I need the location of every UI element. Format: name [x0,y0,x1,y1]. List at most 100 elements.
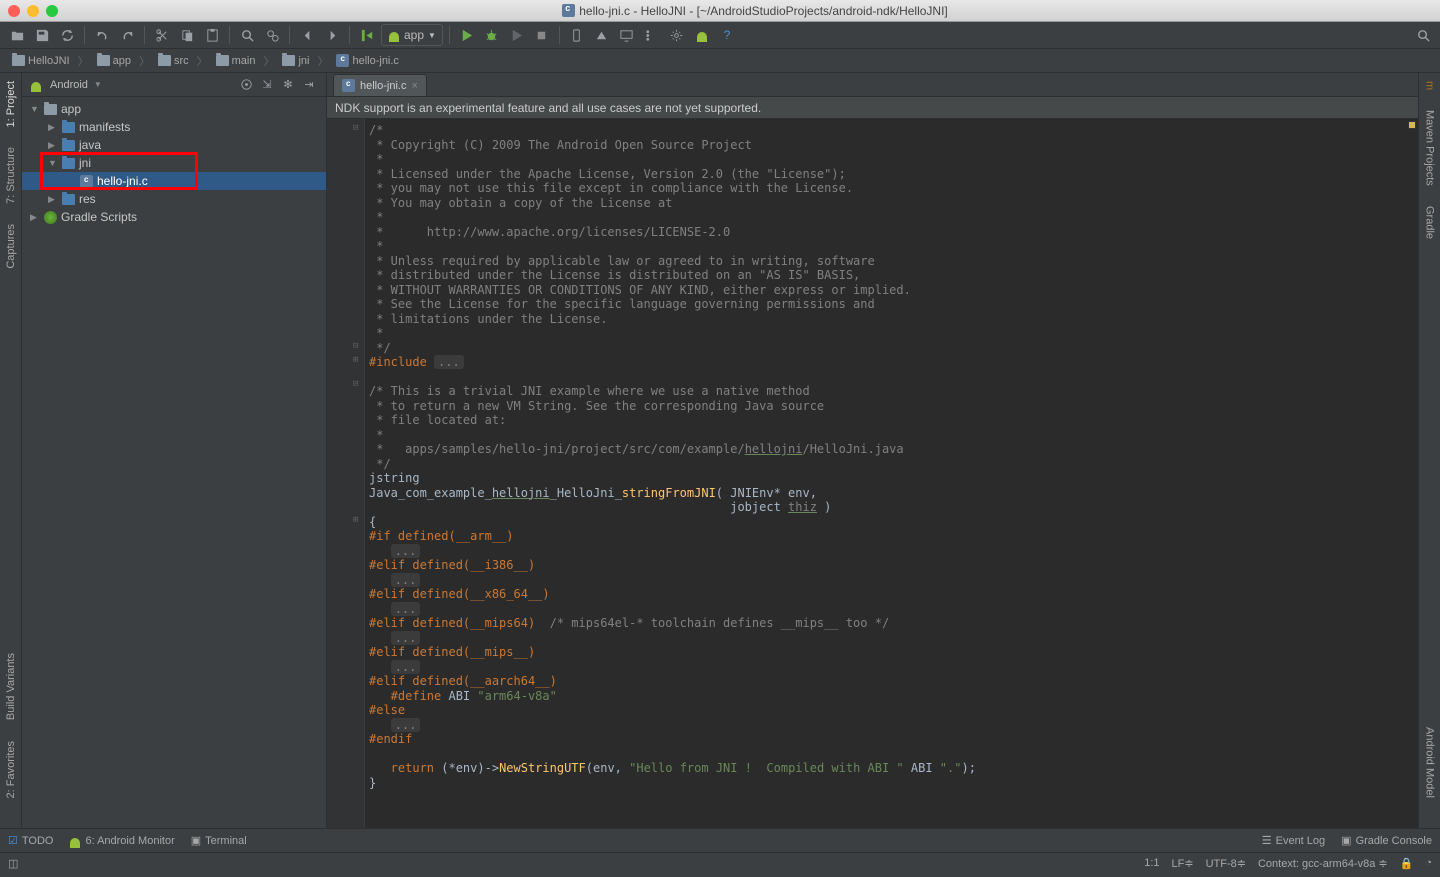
status-corner-icon[interactable]: ◫ [8,857,18,870]
run-icon[interactable] [456,24,478,46]
close-window-icon[interactable] [8,5,20,17]
nav-forward-icon[interactable] [321,24,343,46]
make-icon[interactable] [356,24,378,46]
chevron-down-icon: ▼ [428,31,436,40]
minimize-window-icon[interactable] [27,5,39,17]
rail-android-model[interactable]: Android Model [1424,727,1436,798]
bottom-gradle-console[interactable]: ▣Gradle Console [1341,834,1432,847]
tree-item-app[interactable]: ▼app [22,100,326,118]
panel-settings-icon[interactable]: ✻ [279,76,297,94]
rail-build-variants[interactable]: Build Variants [5,653,17,720]
rail-captures[interactable]: Captures [5,224,17,269]
breadcrumb-item[interactable]: main [212,53,260,69]
structure-tb-icon[interactable] [641,24,663,46]
code-content[interactable]: /* * Copyright (C) 2009 The Android Open… [365,119,1418,828]
project-panel: Android ▼ ⇲ ✻ ⇥ ▼app ▶manifests ▶java ▼j… [22,73,327,828]
bottom-terminal[interactable]: ▣Terminal [191,834,247,847]
tree-item-gradle-scripts[interactable]: ▶Gradle Scripts [22,208,326,226]
tab-label: hello-jni.c [360,80,406,92]
undo-icon[interactable] [91,24,113,46]
breadcrumb-item[interactable]: jni [278,53,313,69]
rail-structure[interactable]: 7: Structure [5,147,17,204]
lock-icon[interactable]: 🔒 [1400,857,1414,870]
window-title-text: hello-jni.c - HelloJNI - [~/AndroidStudi… [579,4,948,18]
tree-item-jni[interactable]: ▼jni [22,154,326,172]
gradle-icon [44,211,57,224]
breadcrumb-item[interactable]: hello-jni.c [332,52,402,69]
tree-item-res[interactable]: ▶res [22,190,326,208]
android-icon [30,79,42,91]
status-position[interactable]: 1:1 [1144,857,1159,870]
tree-item-hello-jni-c[interactable]: hello-jni.c [22,172,326,190]
rail-project[interactable]: 1: Project [5,81,17,127]
status-extra-icon[interactable]: ◔ [1425,857,1432,870]
attach-icon[interactable] [506,24,528,46]
project-view-selector[interactable]: Android [50,79,88,91]
breadcrumb: HelloJNI〉 app〉 src〉 main〉 jni〉 hello-jni… [0,49,1440,73]
editor-marker-bar[interactable] [1408,119,1418,828]
folder-icon [62,194,75,205]
c-file-icon [336,54,349,67]
c-file-icon [80,175,93,188]
editor-area: hello-jni.c × NDK support is an experime… [327,73,1418,828]
editor-tab-hello-jni[interactable]: hello-jni.c × [333,74,427,96]
folder-icon [12,55,25,66]
cut-icon[interactable] [151,24,173,46]
status-encoding[interactable]: UTF-8≑ [1206,857,1246,870]
debug-icon[interactable] [481,24,503,46]
bottom-todo[interactable]: ☑TODO [8,834,53,847]
window-controls [8,5,58,17]
banner-text: NDK support is an experimental feature a… [335,101,761,115]
avd-icon[interactable] [566,24,588,46]
replace-icon[interactable] [261,24,283,46]
sdk-icon[interactable] [591,24,613,46]
find-icon[interactable] [236,24,258,46]
tree-item-manifests[interactable]: ▶manifests [22,118,326,136]
status-context[interactable]: Context: gcc-arm64-v8a ≑ [1258,857,1388,870]
open-icon[interactable] [6,24,28,46]
scroll-from-source-icon[interactable] [237,76,255,94]
status-bar: ◫ 1:1 LF≑ UTF-8≑ Context: gcc-arm64-v8a … [0,852,1440,873]
titlebar: hello-jni.c - HelloJNI - [~/AndroidStudi… [0,0,1440,22]
sync-icon[interactable] [56,24,78,46]
tree-item-java[interactable]: ▶java [22,136,326,154]
close-tab-icon[interactable]: × [411,80,417,92]
redo-icon[interactable] [116,24,138,46]
zoom-window-icon[interactable] [46,5,58,17]
editor-gutter[interactable]: ⊟ ⊟ ⊞ ⊟ ⊞ [327,119,365,828]
run-config-label: app [404,28,424,42]
help-icon[interactable]: ? [716,24,738,46]
search-everywhere-icon[interactable] [1412,24,1434,46]
android-icon [388,29,400,41]
monitor-icon[interactable] [616,24,638,46]
breadcrumb-item[interactable]: HelloJNI [8,53,74,69]
bottom-tool-bar: ☑TODO 6: Android Monitor ▣Terminal ☰Even… [0,828,1440,852]
editor-banner: NDK support is an experimental feature a… [327,97,1418,119]
hide-panel-icon[interactable]: ⇥ [300,76,318,94]
editor-body[interactable]: ⊟ ⊟ ⊞ ⊟ ⊞ /* * Copyright (C) 2009 The An… [327,119,1418,828]
rail-favorites[interactable]: 2: Favorites [5,741,17,798]
folder-icon [282,55,295,66]
editor-tabs: hello-jni.c × [327,73,1418,97]
bottom-android-monitor[interactable]: 6: Android Monitor [69,835,174,847]
rail-maven-projects[interactable]: Maven Projects [1424,110,1436,186]
project-tree: ▼app ▶manifests ▶java ▼jni hello-jni.c ▶… [22,97,326,828]
paste-icon[interactable] [201,24,223,46]
folder-icon [97,55,110,66]
breadcrumb-item[interactable]: src [154,53,193,69]
status-line-sep[interactable]: LF≑ [1172,857,1194,870]
nav-back-icon[interactable] [296,24,318,46]
main-toolbar: app ▼ ? [0,22,1440,49]
run-config-selector[interactable]: app ▼ [381,24,443,46]
copy-icon[interactable] [176,24,198,46]
left-tool-rail: 1: Project 7: Structure Captures Build V… [0,73,22,828]
collapse-all-icon[interactable]: ⇲ [258,76,276,94]
settings-icon[interactable] [666,24,688,46]
stop-icon[interactable] [531,24,553,46]
android-tb-icon[interactable] [691,24,713,46]
rail-maven[interactable]: m [1424,81,1436,90]
breadcrumb-item[interactable]: app [93,53,135,69]
rail-gradle[interactable]: Gradle [1424,206,1436,239]
save-icon[interactable] [31,24,53,46]
bottom-event-log[interactable]: ☰Event Log [1262,834,1325,847]
